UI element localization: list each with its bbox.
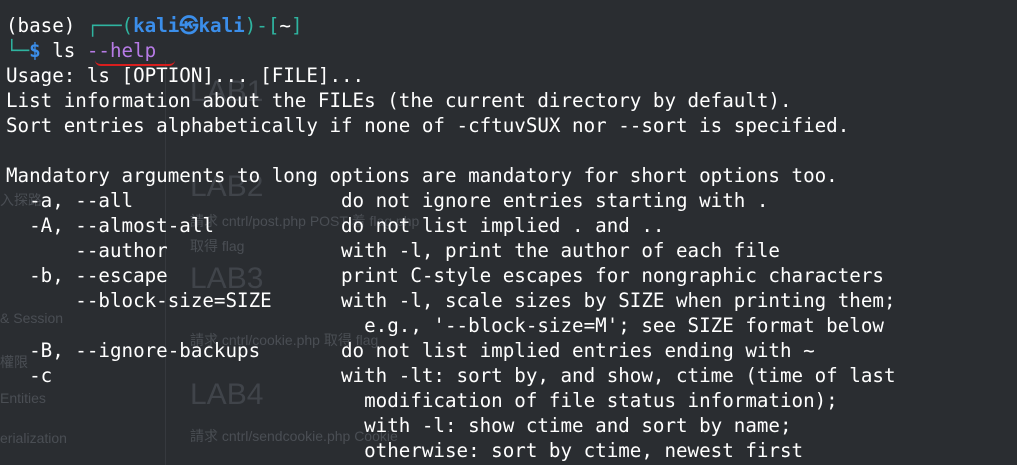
output-line: -A, --almost-all do not list implied . a… — [6, 214, 665, 237]
prompt-user: kali — [133, 14, 180, 37]
prompt-frame-end: ] — [290, 14, 303, 37]
output-line: -c with -lt: sort by, and show, ctime (t… — [6, 364, 896, 387]
output-line: Mandatory arguments to long options are … — [6, 164, 838, 187]
output-line: modification of file status information)… — [6, 389, 838, 412]
command-name: ls — [52, 39, 87, 62]
output-line: --block-size=SIZE with -l, scale sizes b… — [6, 289, 896, 312]
conda-env: (base) — [6, 14, 87, 37]
prompt-host: kali — [198, 14, 245, 37]
output-line: List information about the FILEs (the cu… — [6, 89, 792, 112]
terminal-window[interactable]: (base) ┌──(kali㉿kali)-[~] └─$ ls --help … — [0, 0, 1017, 465]
prompt-line-1: (base) ┌──(kali㉿kali)-[~] — [6, 13, 303, 38]
prompt-frame-bottom: └─ — [6, 39, 30, 62]
output-line: -B, --ignore-backups do not list implied… — [6, 339, 815, 362]
prompt-frame-mid: )-[ — [244, 14, 280, 37]
output-line: Sort entries alphabetically if none of -… — [6, 114, 850, 137]
output-line: otherwise: sort by ctime, newest first — [6, 439, 804, 462]
output-line: --author with -l, print the author of ea… — [6, 239, 780, 262]
prompt-dollar: $ — [29, 39, 53, 62]
command-argument: --help — [86, 39, 157, 62]
output-line: e.g., '--block-size=M'; see SIZE format … — [6, 314, 884, 337]
prompt-path: ~ — [279, 14, 291, 37]
output-line: -a, --all do not ignore entries starting… — [6, 189, 769, 212]
output-line: Usage: ls [OPTION]... [FILE]... — [6, 64, 365, 87]
output-line: with -l: show ctime and sort by name; — [6, 414, 792, 437]
prompt-frame-top: ┌──( — [86, 14, 134, 37]
output-line: -b, --escape print C-style escapes for n… — [6, 264, 884, 287]
kali-at-icon: ㉿ — [179, 14, 199, 37]
